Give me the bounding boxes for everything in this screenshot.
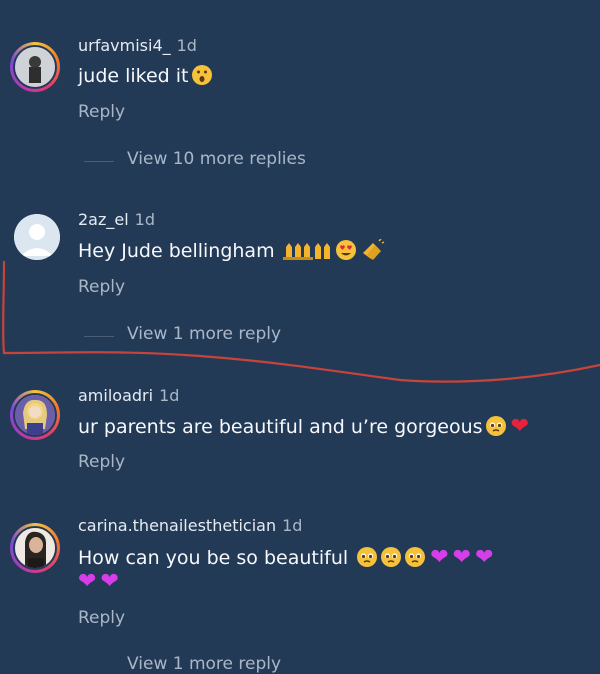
reply-button[interactable]: Reply (78, 277, 125, 297)
raising-hands-icon (282, 239, 313, 266)
avatar[interactable] (10, 390, 60, 440)
purple-heart-icon: ❤ (475, 545, 494, 570)
pleading-face-icon (485, 415, 507, 442)
view-replies-button[interactable]: View 10 more replies (127, 149, 306, 169)
raising-hands-icon (313, 239, 333, 266)
reply-button[interactable]: Reply (78, 608, 125, 628)
view-replies-button[interactable]: View 1 more reply (127, 654, 281, 674)
avatar[interactable] (14, 214, 60, 260)
reply-button[interactable]: Reply (78, 102, 125, 122)
view-replies-button[interactable]: View 1 more reply (127, 324, 281, 344)
avatar[interactable] (10, 42, 60, 92)
comment-text-continued: ❤ ❤ (78, 569, 119, 594)
comment-time: 1d (282, 516, 303, 535)
reply-button[interactable]: Reply (78, 452, 125, 472)
heart-eyes-face-icon (335, 239, 357, 266)
comment-time: 1d (159, 386, 180, 405)
comment-username[interactable]: urfavmisi4_ 1d (78, 36, 197, 55)
comment-text: ur parents are beautiful and u’re gorgeo… (78, 414, 529, 442)
comment-text: jude liked it (78, 64, 213, 91)
comment-username[interactable]: amiloadri 1d (78, 386, 179, 405)
divider (84, 336, 114, 337)
divider (84, 161, 114, 162)
avatar[interactable] (10, 523, 60, 573)
clapping-hands-icon (359, 238, 385, 266)
comment-username[interactable]: carina.thenailesthetician 1d (78, 516, 302, 535)
comment-text: How can you be so beautiful ❤ ❤ ❤ (78, 545, 494, 573)
comment-username[interactable]: 2az_el 1d (78, 210, 155, 229)
comment-time: 1d (176, 36, 197, 55)
pleading-face-icon (380, 546, 402, 573)
red-heart-icon: ❤ (510, 414, 529, 439)
purple-heart-icon: ❤ (452, 545, 472, 570)
purple-heart-icon: ❤ (78, 569, 97, 594)
comment-time: 1d (134, 210, 156, 229)
purple-heart-icon: ❤ (100, 569, 119, 594)
astonished-face-icon (191, 64, 213, 91)
purple-heart-icon: ❤ (430, 545, 449, 570)
pleading-face-icon (404, 546, 426, 573)
comment-text: Hey Jude bellingham (78, 238, 385, 266)
pleading-face-icon (356, 546, 378, 573)
